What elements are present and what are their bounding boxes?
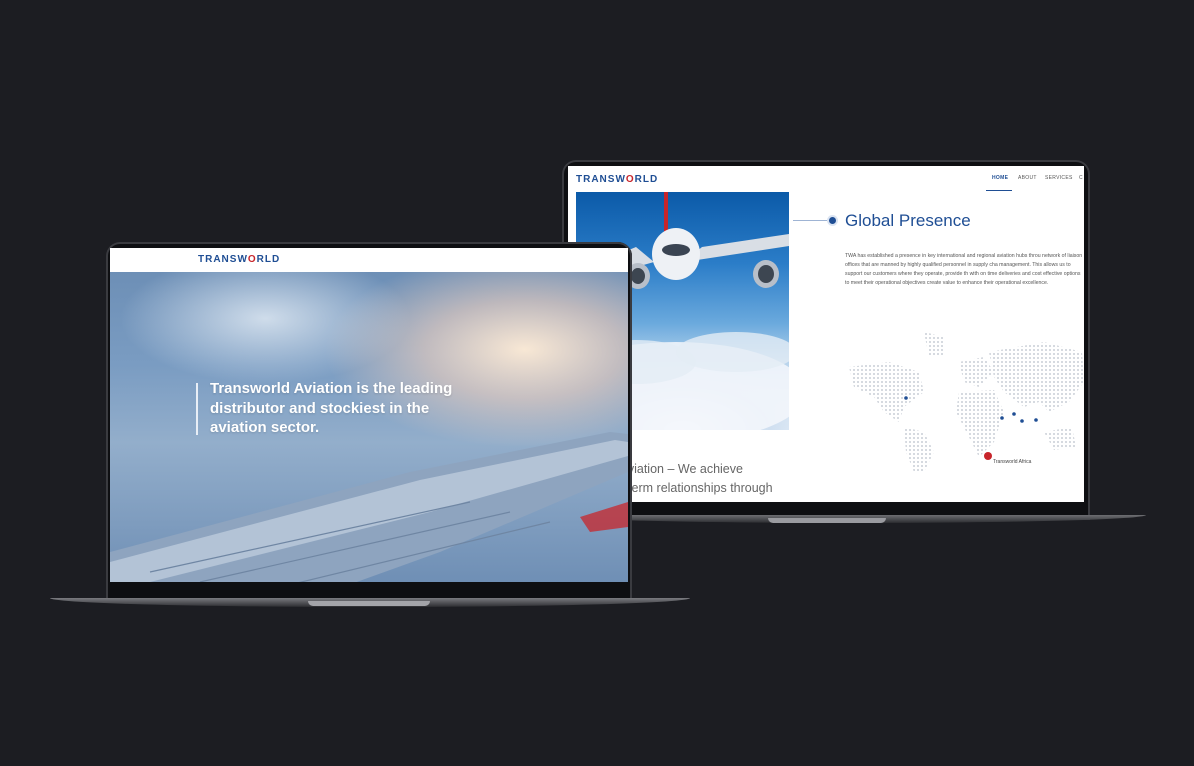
front-site-logo[interactable]: TRANSWORLD [198, 254, 280, 265]
nav-contact[interactable]: C [1079, 175, 1083, 181]
airplane-wing-illustration [110, 432, 628, 582]
intro-text: d Aviation – We achieve ng-term relation… [610, 460, 810, 498]
back-site-logo[interactable]: TRANSWORLD [576, 174, 658, 185]
headline-accent-bar [196, 383, 198, 435]
section-title: Global Presence [845, 211, 971, 230]
intro-text-line-1: d Aviation – We achieve [610, 462, 743, 476]
front-site-header: TRANSWORLD [110, 248, 628, 272]
section-paragraph: TWA has established a presence in key in… [845, 253, 1083, 286]
intro-text-line-2: ng-term relationships through [610, 481, 773, 495]
africa-marker-icon[interactable] [984, 452, 992, 460]
laptop-front-notch [308, 601, 430, 606]
nav-home[interactable]: HOME [992, 175, 1008, 181]
nav-services[interactable]: SERVICES [1045, 175, 1073, 181]
hero-headline: Transworld Aviation is the leading distr… [210, 380, 453, 436]
hero-sky-image: Transworld Aviation is the leading distr… [110, 272, 628, 582]
laptop-back-screen: TRANSWORLD HOME ABOUT SERVICES C Global … [568, 166, 1084, 502]
title-connector-dot [829, 217, 836, 224]
nav-active-underline [986, 190, 1012, 191]
laptop-back-notch [768, 518, 886, 523]
nav-about[interactable]: ABOUT [1018, 175, 1037, 181]
title-connector-line [793, 220, 829, 221]
laptop-front-screen: TRANSWORLD Transworld Aviation is the le… [110, 248, 628, 582]
world-map-graphic [849, 332, 1084, 472]
map-label-africa: Transworld Africa [993, 459, 1032, 465]
